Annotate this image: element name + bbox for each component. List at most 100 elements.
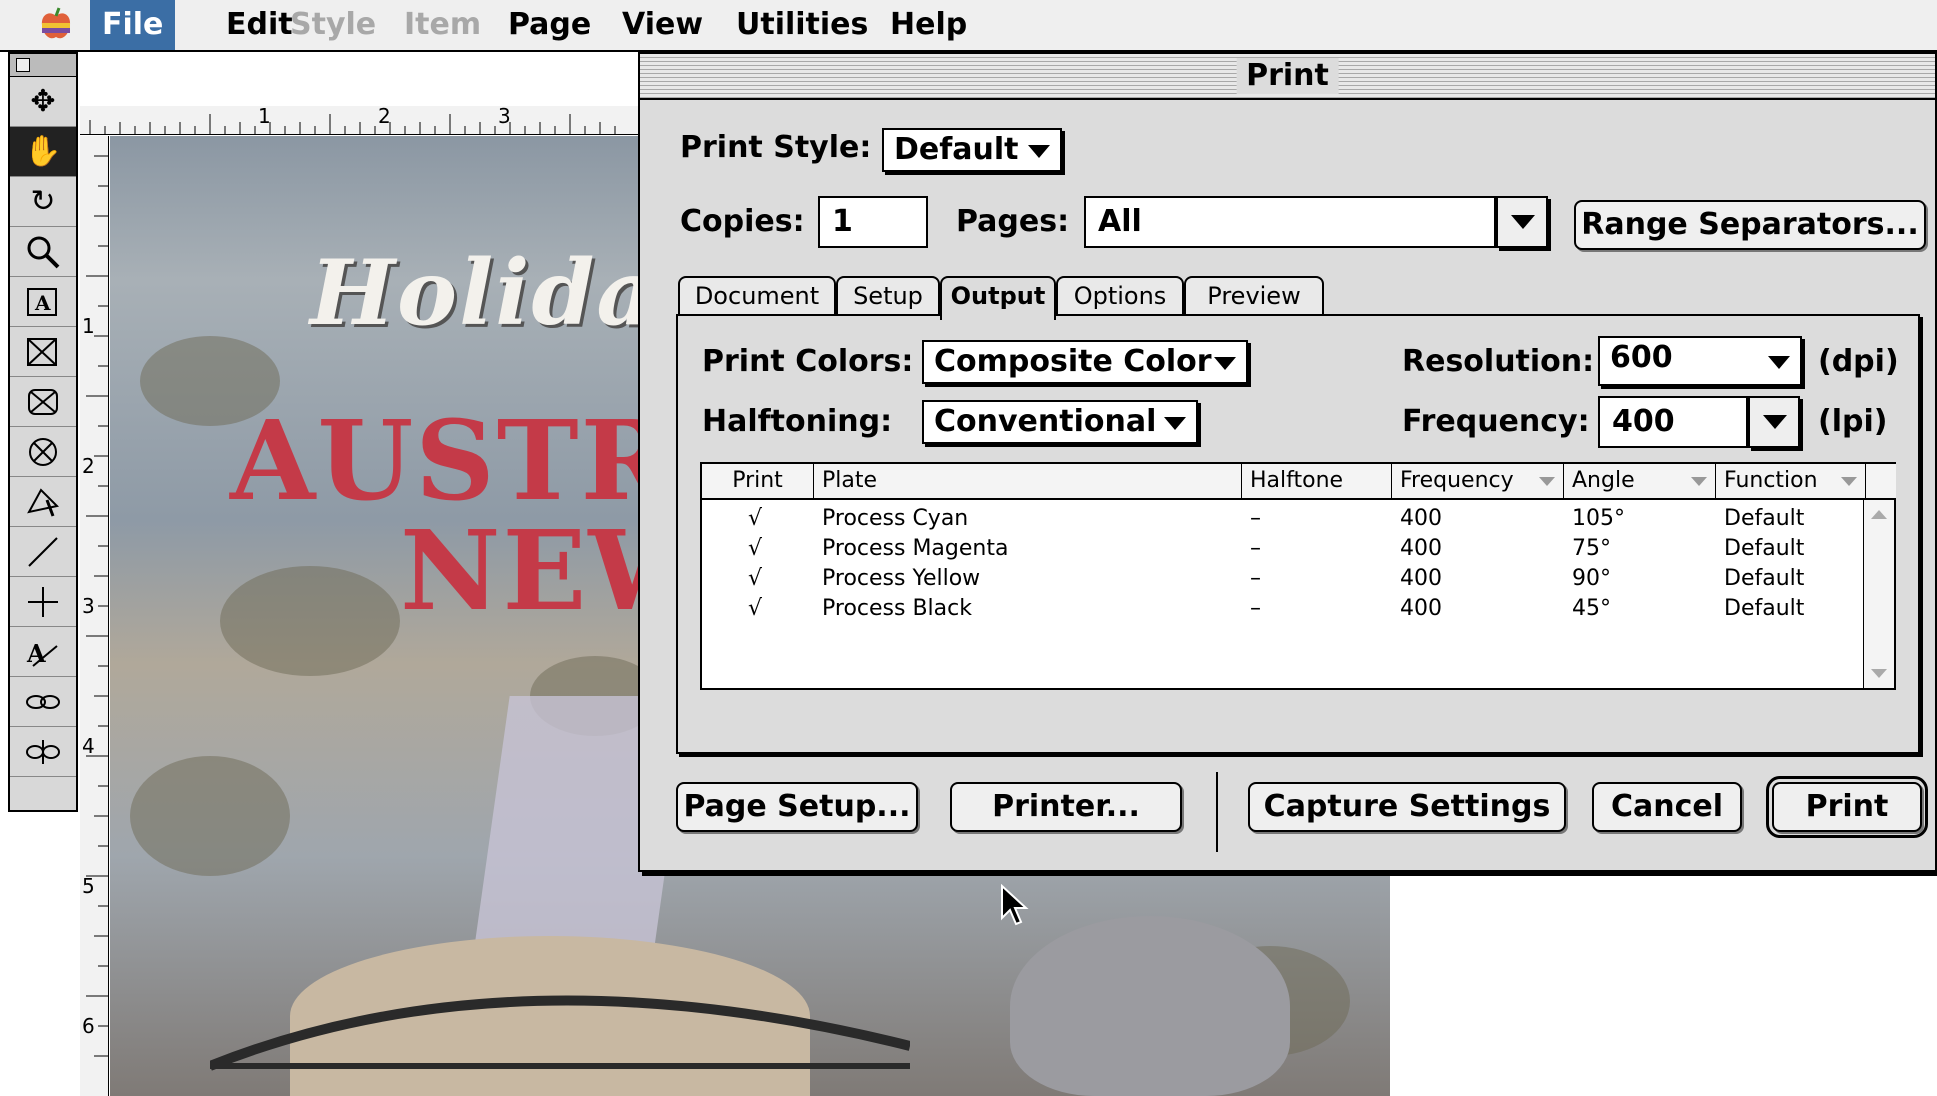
link-icon[interactable] xyxy=(10,677,76,727)
plate-name: Process Cyan xyxy=(822,506,969,531)
menu-help[interactable]: Help xyxy=(878,0,979,50)
menu-style[interactable]: Style xyxy=(278,0,388,50)
table-row[interactable]: √ Process Yellow – 400 90° Default xyxy=(702,564,1866,594)
column-header-function[interactable]: Function xyxy=(1716,464,1866,500)
tab-options[interactable]: Options xyxy=(1056,276,1184,316)
print-check-icon[interactable]: √ xyxy=(748,504,762,534)
button-divider xyxy=(1216,772,1218,852)
plate-angle[interactable]: 105° xyxy=(1572,504,1625,534)
mouse-pointer-icon xyxy=(1000,883,1030,932)
plate-function[interactable]: Default xyxy=(1724,504,1804,534)
plate-name: Process Yellow xyxy=(822,566,981,591)
plate-angle[interactable]: 45° xyxy=(1572,594,1611,624)
koala-graphic xyxy=(1010,916,1290,1096)
oval-picture-icon[interactable] xyxy=(10,427,76,477)
capture-settings-button[interactable]: Capture Settings xyxy=(1248,782,1566,832)
copies-field[interactable]: 1 xyxy=(818,196,928,248)
plate-angle[interactable]: 75° xyxy=(1572,534,1611,564)
table-row[interactable]: √ Process Black – 400 45° Default xyxy=(702,594,1866,624)
plate-halftone[interactable]: – xyxy=(1250,504,1261,534)
print-check-icon[interactable]: √ xyxy=(748,564,762,594)
move-icon[interactable]: ✥ xyxy=(10,77,76,127)
plate-halftone[interactable]: – xyxy=(1250,534,1261,564)
scroll-down-icon[interactable] xyxy=(1871,669,1887,678)
ruler-left-mark: 2 xyxy=(82,454,95,478)
unlink-icon[interactable] xyxy=(10,727,76,777)
table-row[interactable]: √ Process Magenta – 400 75° Default xyxy=(702,534,1866,564)
menu-bar: File Edit Style Item Page View Utilities… xyxy=(0,0,1937,52)
ruler-left-mark: 5 xyxy=(82,874,95,898)
ruler-left-mark: 6 xyxy=(82,1014,95,1038)
plate-halftone[interactable]: – xyxy=(1250,594,1261,624)
halftoning-select[interactable]: Conventional xyxy=(922,400,1198,444)
rotate-icon[interactable]: ↻ xyxy=(10,177,76,227)
line-icon[interactable] xyxy=(10,527,76,577)
resolution-value: 600 xyxy=(1610,340,1673,375)
plate-frequency[interactable]: 400 xyxy=(1400,534,1442,564)
horizontal-ruler: 1 2 3 xyxy=(80,104,640,135)
ruler-left-mark: 3 xyxy=(82,594,95,618)
tool-palette: ✥ ✋ ↻ A A xyxy=(8,52,78,812)
picture-box-icon[interactable] xyxy=(10,327,76,377)
chevron-down-icon xyxy=(1511,215,1535,229)
column-header-halftone[interactable]: Halftone xyxy=(1242,464,1392,500)
range-separators-button[interactable]: Range Separators... xyxy=(1574,200,1926,250)
plate-frequency[interactable]: 400 xyxy=(1400,564,1442,594)
tab-document[interactable]: Document xyxy=(678,276,836,316)
chevron-down-icon xyxy=(1214,357,1236,370)
print-check-icon[interactable]: √ xyxy=(748,594,762,624)
menu-utilities[interactable]: Utilities xyxy=(724,0,880,50)
print-colors-label: Print Colors: xyxy=(702,344,914,379)
print-style-select[interactable]: Default xyxy=(882,128,1062,172)
tab-setup[interactable]: Setup xyxy=(836,276,940,316)
menu-view[interactable]: View xyxy=(610,0,715,50)
cancel-button[interactable]: Cancel xyxy=(1592,782,1742,832)
plate-frequency[interactable]: 400 xyxy=(1400,594,1442,624)
plate-function[interactable]: Default xyxy=(1724,564,1804,594)
menu-file[interactable]: File xyxy=(90,0,176,50)
text-path-icon[interactable]: A xyxy=(10,627,76,677)
menu-page[interactable]: Page xyxy=(496,0,603,50)
pages-field[interactable]: All xyxy=(1084,196,1496,248)
plate-halftone[interactable]: – xyxy=(1250,564,1261,594)
menu-item[interactable]: Item xyxy=(392,0,493,50)
column-header-print[interactable]: Print xyxy=(702,464,814,500)
plate-frequency[interactable]: 400 xyxy=(1400,504,1442,534)
tab-output[interactable]: Output xyxy=(940,276,1056,320)
dialog-title-bar[interactable]: Print xyxy=(640,54,1935,100)
text-box-icon[interactable]: A xyxy=(10,277,76,327)
frequency-field[interactable]: 400 xyxy=(1598,396,1748,448)
dialog-title: Print xyxy=(1236,58,1339,94)
bezier-picture-icon[interactable] xyxy=(10,477,76,527)
column-header-angle[interactable]: Angle xyxy=(1564,464,1716,500)
resolution-label: Resolution: xyxy=(1402,344,1595,379)
ruler-top-mark: 3 xyxy=(498,104,511,128)
print-button[interactable]: Print xyxy=(1766,776,1928,838)
table-scrollbar[interactable] xyxy=(1863,500,1894,688)
chevron-down-icon xyxy=(1164,417,1186,430)
print-check-icon[interactable]: √ xyxy=(748,534,762,564)
column-header-plate[interactable]: Plate xyxy=(814,464,1242,500)
plate-function[interactable]: Default xyxy=(1724,594,1804,624)
frequency-dropdown-button[interactable] xyxy=(1748,396,1800,448)
printer-button[interactable]: Printer... xyxy=(950,782,1182,832)
column-header-frequency[interactable]: Frequency xyxy=(1392,464,1564,500)
table-row[interactable]: √ Process Cyan – 400 105° Default xyxy=(702,504,1866,534)
pages-dropdown-button[interactable] xyxy=(1496,196,1548,248)
scroll-up-icon[interactable] xyxy=(1871,510,1887,519)
print-colors-select[interactable]: Composite Color xyxy=(922,340,1248,384)
hand-icon[interactable]: ✋ xyxy=(10,127,76,177)
rect-picture-icon[interactable] xyxy=(10,377,76,427)
plate-angle[interactable]: 90° xyxy=(1572,564,1611,594)
apple-icon[interactable] xyxy=(36,6,76,42)
vertical-ruler: 1 2 3 4 5 6 xyxy=(80,136,109,1096)
frequency-label: Frequency: xyxy=(1402,404,1590,439)
resolution-select[interactable]: 600 xyxy=(1598,336,1802,386)
orthogonal-line-icon[interactable] xyxy=(10,577,76,627)
map-texture xyxy=(220,566,400,676)
plate-function[interactable]: Default xyxy=(1724,534,1804,564)
palette-title-bar[interactable] xyxy=(10,54,76,77)
page-setup-button[interactable]: Page Setup... xyxy=(676,782,918,832)
tab-preview[interactable]: Preview xyxy=(1184,276,1324,316)
zoom-icon[interactable] xyxy=(10,227,76,277)
